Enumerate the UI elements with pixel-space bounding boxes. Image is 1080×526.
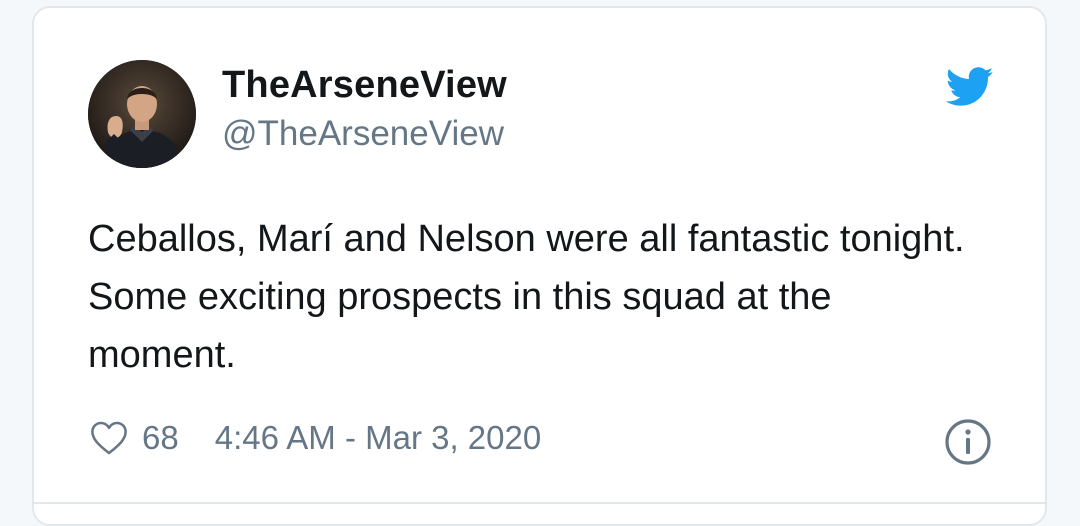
divider (34, 502, 1047, 504)
avatar[interactable] (88, 60, 196, 168)
like-count: 68 (142, 419, 179, 456)
tweet-card[interactable]: TheArseneView @TheArseneView Ceballos, M… (32, 6, 1047, 526)
info-icon[interactable] (944, 418, 992, 466)
display-name[interactable]: TheArseneView (222, 64, 507, 107)
tweet-footer: 68 4:46 AM - Mar 3, 2020 (90, 416, 541, 460)
user-handle[interactable]: @TheArseneView (222, 114, 504, 154)
timestamp[interactable]: 4:46 AM - Mar 3, 2020 (215, 419, 542, 457)
tweet-text: Ceballos, Marí and Nelson were all fanta… (88, 218, 965, 376)
avatar-image (88, 60, 196, 168)
twitter-bird-icon[interactable] (946, 66, 994, 108)
heart-icon[interactable] (90, 420, 128, 456)
